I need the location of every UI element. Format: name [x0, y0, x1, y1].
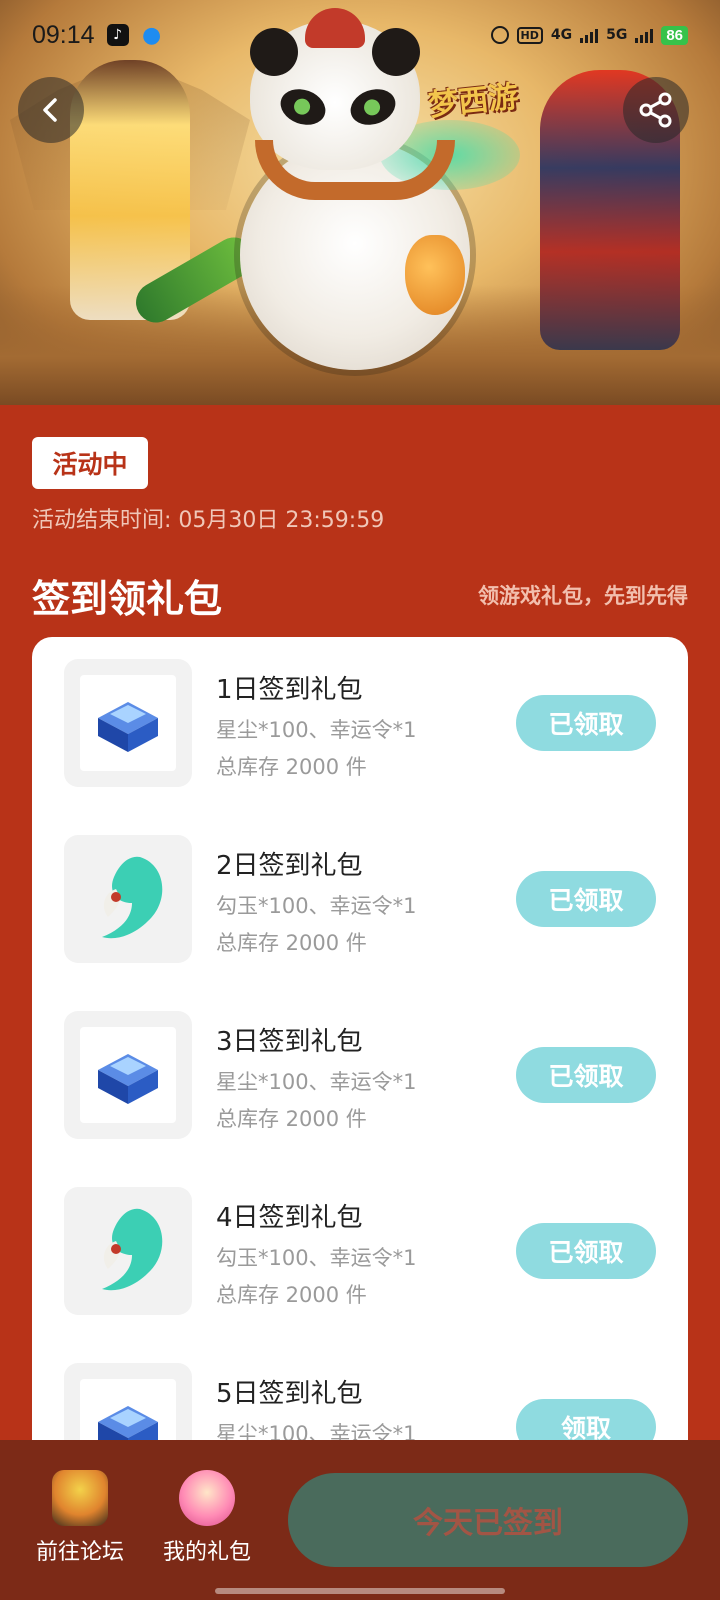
- gift-items: 星尘*100、幸运令*1: [216, 1070, 417, 1094]
- activity-end-time: 活动结束时间: 05月30日 23:59:59: [32, 508, 385, 533]
- back-button[interactable]: [18, 77, 84, 143]
- forum-game-icon: [52, 1470, 108, 1526]
- signal-icon: [635, 27, 654, 43]
- gift-stock: 总库存 2000 件: [216, 755, 367, 779]
- gift-items: 星尘*100、幸运令*1: [216, 718, 417, 742]
- gift-name: 3日签到礼包: [216, 1027, 363, 1057]
- activity-status-badge: 活动中: [32, 437, 148, 489]
- section-title: 签到领礼包: [32, 577, 223, 621]
- gift-items: 勾玉*100、幸运令*1: [216, 1246, 417, 1270]
- status-right: HD 4G 5G 86: [490, 25, 688, 45]
- network-label-5g: 5G: [606, 27, 628, 43]
- gift-thumbnail-inner: [80, 1027, 176, 1123]
- gift-name: 1日签到礼包: [216, 675, 363, 705]
- gift-row: 4日签到礼包 勾玉*100、幸运令*1 总库存 2000 件 已领取: [32, 1187, 688, 1317]
- gift-name: 2日签到礼包: [216, 851, 363, 881]
- my-gifts-nav-label: 我的礼包: [162, 1540, 251, 1565]
- share-icon: [639, 92, 672, 128]
- gift-stock: 总库存 2000 件: [216, 1283, 367, 1307]
- gift-thumbnail-inner: [80, 675, 176, 771]
- hd-badge: HD: [516, 26, 543, 44]
- gourd-prop: [405, 235, 465, 315]
- blue-chest-icon: [98, 1054, 158, 1104]
- bottom-action-bar: 前往论坛 我的礼包 今天已签到: [0, 1440, 720, 1600]
- battery-indicator: 86: [661, 25, 688, 45]
- gift-thumbnail: [64, 1187, 192, 1315]
- claimed-button[interactable]: 已领取: [516, 1047, 656, 1103]
- claimed-button[interactable]: 已领取: [516, 871, 656, 927]
- forum-nav-button[interactable]: 前往论坛: [25, 1470, 135, 1580]
- gift-thumbnail: [64, 659, 192, 787]
- game-logo: 梦西游: [426, 79, 520, 124]
- my-gifts-nav-button[interactable]: 我的礼包: [152, 1470, 262, 1580]
- blue-chest-icon: [98, 702, 158, 752]
- alarm-icon: [490, 26, 509, 44]
- signal-icon: [580, 27, 599, 43]
- gift-stock: 总库存 2000 件: [216, 931, 367, 955]
- status-time: 09:14: [32, 20, 95, 49]
- signin-status-button[interactable]: 今天已签到: [288, 1473, 688, 1567]
- forum-nav-label: 前往论坛: [35, 1540, 124, 1565]
- claimed-button[interactable]: 已领取: [516, 695, 656, 751]
- share-button[interactable]: [623, 77, 689, 143]
- jade-magatama-icon: [102, 856, 163, 939]
- section-subtitle: 领游戏礼包，先到先得: [478, 584, 688, 608]
- tiktok-icon: ♪: [106, 24, 129, 46]
- gift-name: 5日签到礼包: [216, 1379, 363, 1409]
- status-bar: 09:14 ♪ ● HD 4G 5G 86: [0, 0, 720, 70]
- gift-name: 4日签到礼包: [216, 1203, 363, 1233]
- gift-row: 2日签到礼包 勾玉*100、幸运令*1 总库存 2000 件 已领取: [32, 835, 688, 965]
- prayer-beads: [255, 140, 455, 200]
- qq-icon: ●: [141, 22, 162, 48]
- gift-items: 勾玉*100、幸运令*1: [216, 894, 417, 918]
- gift-thumbnail: [64, 1011, 192, 1139]
- home-indicator[interactable]: [215, 1588, 505, 1594]
- my-gifts-avatar-icon: [179, 1470, 235, 1526]
- network-label-4g: 4G: [550, 27, 573, 43]
- gift-row: 3日签到礼包 星尘*100、幸运令*1 总库存 2000 件 已领取: [32, 1011, 688, 1141]
- claimed-button[interactable]: 已领取: [516, 1223, 656, 1279]
- chevron-left-icon: [43, 98, 57, 122]
- gift-row: 1日签到礼包 星尘*100、幸运令*1 总库存 2000 件 已领取: [32, 659, 688, 789]
- gift-stock: 总库存 2000 件: [216, 1107, 367, 1131]
- gift-thumbnail: [64, 835, 192, 963]
- jade-magatama-icon: [102, 1208, 163, 1291]
